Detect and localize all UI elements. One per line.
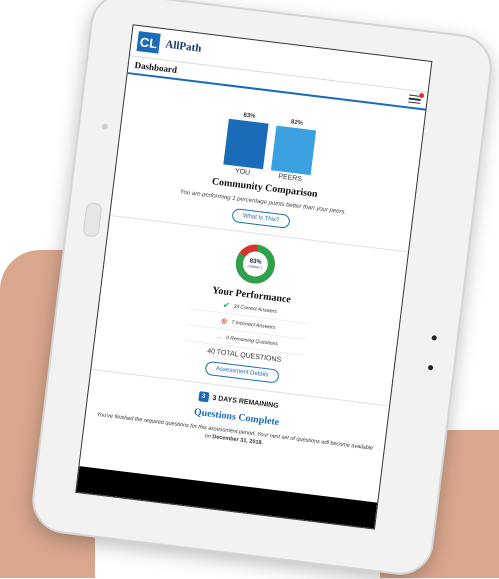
app-logo[interactable]: CL (136, 31, 161, 54)
you-bar (223, 119, 269, 170)
app-name: AllPath (164, 38, 202, 55)
sensor-dot (431, 335, 438, 341)
camera-icon (101, 123, 109, 131)
peers-value-label: 82% (290, 119, 304, 127)
screen-footer-bar (76, 466, 378, 529)
remaining-questions-text: 0 Remaining Questions (225, 334, 279, 347)
you-value-label: 83% (242, 112, 256, 121)
performance-donut: 83% CORRECT (231, 240, 280, 289)
peers-bar (270, 125, 317, 176)
x-circle-icon: ⊗ (220, 316, 229, 327)
calendar-icon: 3 (197, 391, 210, 403)
menu-icon[interactable] (408, 92, 425, 104)
assessment-details-button[interactable]: Assessment Details (204, 360, 281, 384)
home-button[interactable] (82, 202, 103, 238)
arrow-right-icon: → (213, 331, 223, 342)
tablet-device: CL AllPath Dashboard 83% 82% YOU PEERS C… (28, 0, 496, 579)
days-remaining-text: 3 DAYS REMAINING (212, 394, 280, 410)
what-is-this-button[interactable]: What Is This? (231, 207, 291, 229)
performance-percent-sub: CORRECT (247, 264, 263, 270)
page-title: Dashboard (134, 59, 178, 76)
check-icon: ✔ (222, 300, 231, 311)
correct-answers-text: 33 Correct Answers (233, 303, 278, 315)
incorrect-answers-text: 7 Incorrect Answers (231, 319, 276, 331)
app-screen: CL AllPath Dashboard 83% 82% YOU PEERS C… (75, 24, 433, 530)
sensor-dot (427, 364, 434, 371)
